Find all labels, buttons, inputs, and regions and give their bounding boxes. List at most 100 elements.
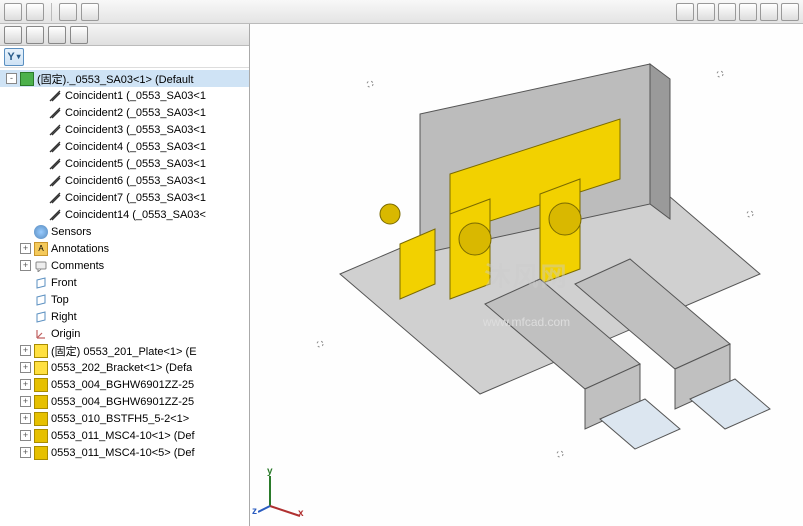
tree-mate[interactable]: Coincident14 (_0553_SA03< (0, 206, 249, 223)
component-label: (固定) 0553_201_Plate<1> (E (51, 343, 197, 359)
feature-manager-panel: Y ▾ - (固定)._0553_SA03<1> (Default Coinci… (0, 24, 250, 526)
tree-mate[interactable]: Coincident6 (_0553_SA03<1 (0, 172, 249, 189)
tree-mate[interactable]: Coincident1 (_0553_SA03<1 (0, 87, 249, 104)
zoom-fit-icon[interactable] (676, 3, 694, 21)
tree-component[interactable]: + (固定) 0553_201_Plate<1> (E (0, 342, 249, 359)
tree-mate[interactable]: Coincident4 (_0553_SA03<1 (0, 138, 249, 155)
plane-label: Right (51, 311, 77, 323)
mate-label: Coincident14 (_0553_SA03< (65, 209, 206, 221)
mate-icon (48, 106, 62, 120)
tree-plane[interactable]: Front (0, 274, 249, 291)
sensors-label: Sensors (51, 226, 91, 238)
component-label: 0553_010_BSTFH5_5-2<1> (51, 413, 189, 425)
tree-component[interactable]: +0553_010_BSTFH5_5-2<1> (0, 410, 249, 427)
tree-component[interactable]: +0553_004_BGHW6901ZZ-25 (0, 393, 249, 410)
display-style-icon[interactable] (781, 3, 799, 21)
annotations-icon: A (34, 242, 48, 256)
zoom-area-icon[interactable] (697, 3, 715, 21)
filter-bar: Y ▾ (0, 46, 249, 68)
expand-icon[interactable]: + (20, 447, 31, 458)
mate-label: Coincident7 (_0553_SA03<1 (65, 192, 206, 204)
graphics-viewport[interactable]: 沐风网 www.mfcad.com y x z (250, 24, 803, 526)
assembly-icon (20, 72, 34, 86)
config-tab[interactable] (48, 26, 66, 44)
manager-tabstrip (0, 24, 249, 46)
mate-label: Coincident5 (_0553_SA03<1 (65, 158, 206, 170)
comments-label: Comments (51, 260, 104, 272)
tool1-icon[interactable] (59, 3, 77, 21)
tree-mate[interactable]: Coincident2 (_0553_SA03<1 (0, 104, 249, 121)
tree-comments[interactable]: + Comments (0, 257, 249, 274)
toolbar-separator (51, 3, 52, 21)
feature-tree-tab[interactable] (4, 26, 22, 44)
collapse-icon[interactable]: - (6, 73, 17, 84)
tree-annotations[interactable]: +AAnnotations (0, 240, 249, 257)
component-label: 0553_202_Bracket<1> (Defa (51, 362, 192, 374)
chevron-down-icon: ▾ (17, 52, 21, 61)
mate-icon (48, 140, 62, 154)
property-tab[interactable] (26, 26, 44, 44)
root-label: (固定)._0553_SA03<1> (Default (37, 71, 194, 87)
expand-icon[interactable]: + (20, 362, 31, 373)
subassembly-icon (34, 361, 48, 375)
expand-icon[interactable]: + (20, 430, 31, 441)
mate-label: Coincident2 (_0553_SA03<1 (65, 107, 206, 119)
view-tools (676, 3, 799, 21)
tool2-icon[interactable] (81, 3, 99, 21)
part-icon (34, 395, 48, 409)
tree-component[interactable]: +0553_011_MSC4-10<1> (Def (0, 427, 249, 444)
mate-icon (48, 157, 62, 171)
tree-origin[interactable]: Origin (0, 325, 249, 342)
mate-icon (48, 123, 62, 137)
top-toolbar (0, 0, 803, 24)
tree-mate[interactable]: Coincident7 (_0553_SA03<1 (0, 189, 249, 206)
mate-label: Coincident3 (_0553_SA03<1 (65, 124, 206, 136)
part-icon (34, 378, 48, 392)
tree-component[interactable]: +0553_004_BGHW6901ZZ-25 (0, 376, 249, 393)
origin-label: Origin (51, 328, 80, 340)
tree-mate[interactable]: Coincident3 (_0553_SA03<1 (0, 121, 249, 138)
filter-label: Y (7, 51, 14, 63)
tree-component[interactable]: +0553_202_Bracket<1> (Defa (0, 359, 249, 376)
subassembly-icon (34, 344, 48, 358)
axis-x-label: x (298, 508, 304, 519)
mate-icon (48, 208, 62, 222)
appearance-tab[interactable] (70, 26, 88, 44)
plane-icon (34, 293, 48, 307)
tree-mate[interactable]: Coincident5 (_0553_SA03<1 (0, 155, 249, 172)
expand-icon[interactable]: + (20, 379, 31, 390)
part-icon (34, 412, 48, 426)
component-label: 0553_004_BGHW6901ZZ-25 (51, 379, 194, 391)
annotations-label: Annotations (51, 243, 109, 255)
tree-component[interactable]: +0553_011_MSC4-10<5> (Def (0, 444, 249, 461)
orientation-triad[interactable]: y x z (258, 468, 308, 518)
tree-plane[interactable]: Top (0, 291, 249, 308)
comments-icon (34, 259, 48, 273)
pan-icon[interactable] (739, 3, 757, 21)
part-icon (34, 429, 48, 443)
plane-icon (34, 276, 48, 290)
component-label: 0553_011_MSC4-10<5> (Def (51, 447, 195, 459)
plane-label: Front (51, 277, 77, 289)
mate-label: Coincident4 (_0553_SA03<1 (65, 141, 206, 153)
component-label: 0553_011_MSC4-10<1> (Def (51, 430, 195, 442)
expand-icon[interactable]: + (20, 396, 31, 407)
section-icon[interactable] (760, 3, 778, 21)
mate-icon (48, 89, 62, 103)
rotate-icon[interactable] (718, 3, 736, 21)
part-icon (34, 446, 48, 460)
doc-icon[interactable] (26, 3, 44, 21)
origin-icon (34, 327, 48, 341)
expand-icon[interactable]: + (20, 345, 31, 356)
tree-sensors[interactable]: Sensors (0, 223, 249, 240)
tree-plane[interactable]: Right (0, 308, 249, 325)
expand-icon[interactable]: + (20, 260, 31, 271)
plane-label: Top (51, 294, 69, 306)
feature-tree: - (固定)._0553_SA03<1> (Default Coincident… (0, 68, 249, 526)
history-icon[interactable] (4, 3, 22, 21)
expand-icon[interactable]: + (20, 413, 31, 424)
mate-icon (48, 174, 62, 188)
filter-button[interactable]: Y ▾ (4, 48, 24, 66)
tree-root[interactable]: - (固定)._0553_SA03<1> (Default (0, 70, 249, 87)
expand-icon[interactable]: + (20, 243, 31, 254)
